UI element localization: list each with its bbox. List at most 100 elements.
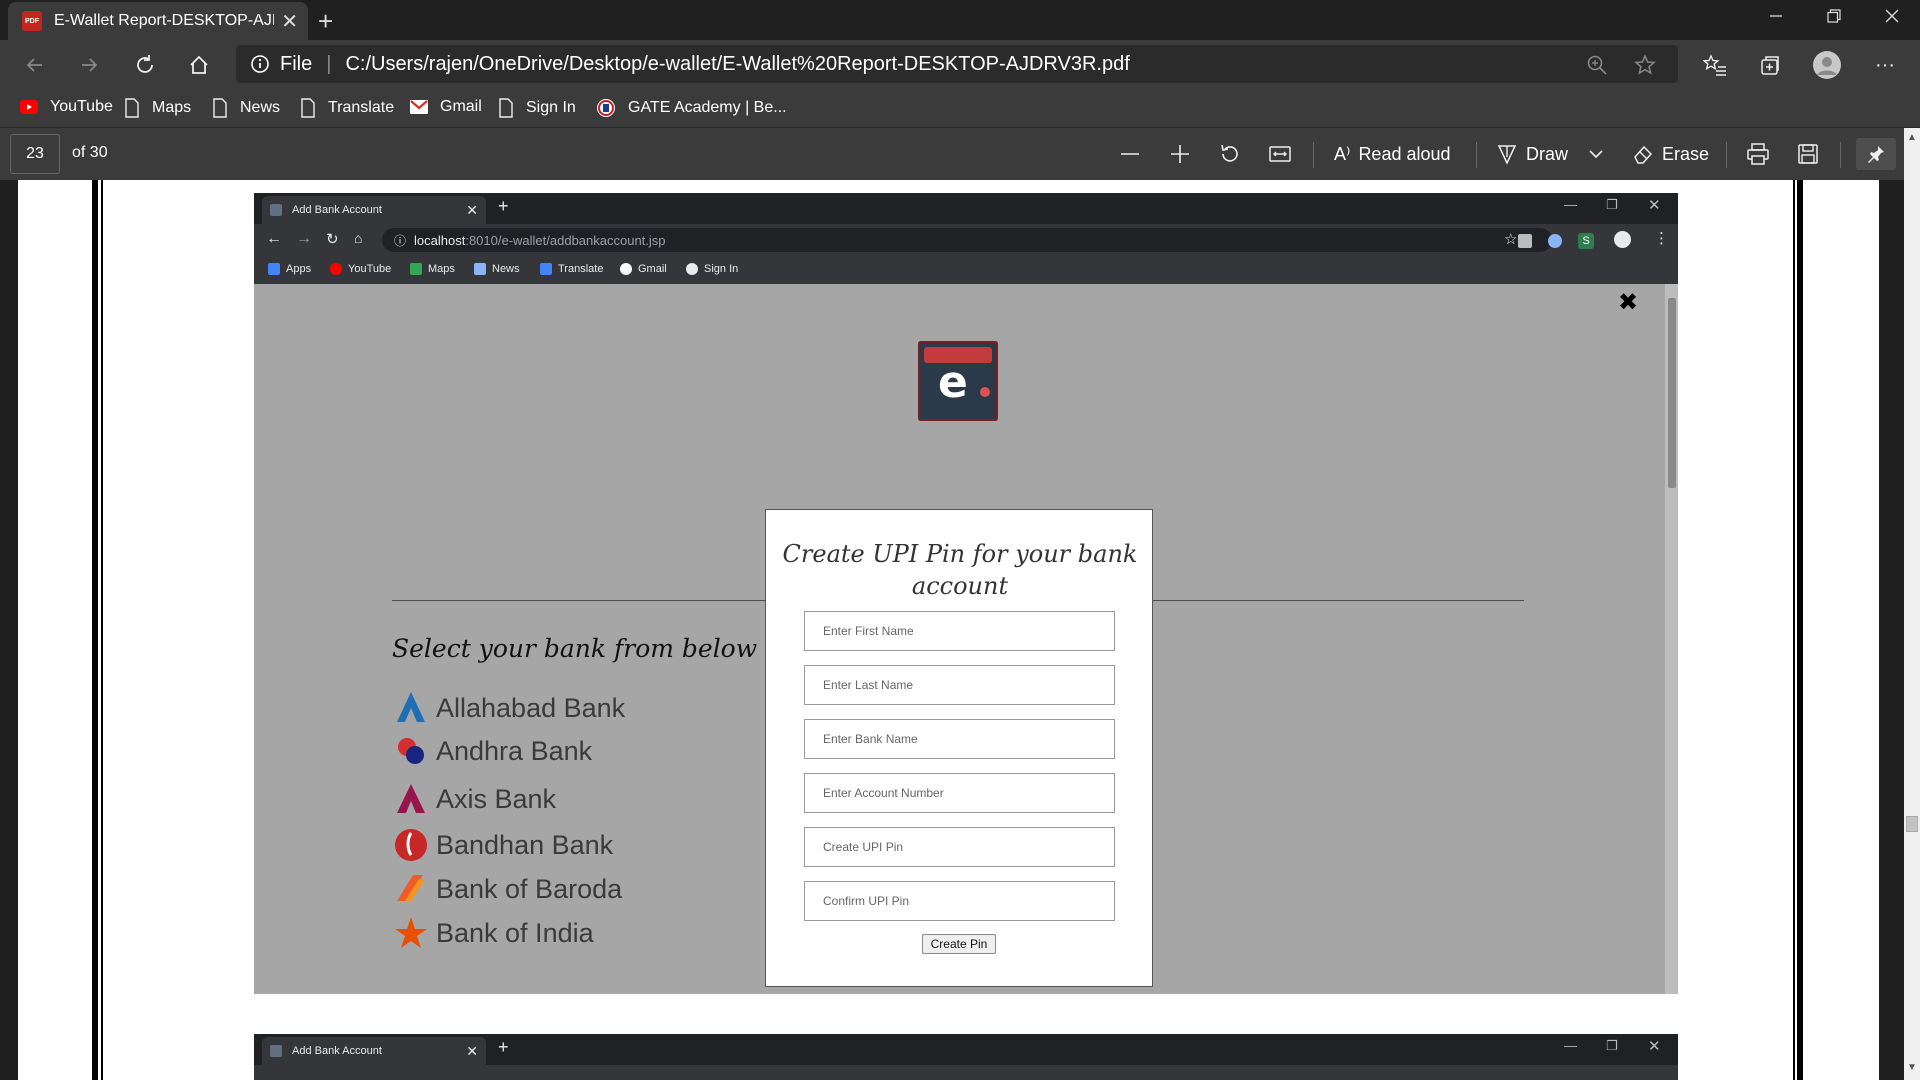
favorite-star-icon[interactable]	[1634, 54, 1656, 76]
account-number-field[interactable]	[804, 773, 1115, 813]
pdf-toolbar: 23 of 30 A⁾ Read aloud Draw Erase	[0, 128, 1920, 180]
bank-name-input[interactable]	[805, 720, 1114, 758]
page-icon	[213, 98, 227, 118]
save-button[interactable]	[1796, 138, 1820, 170]
first-name-field[interactable]	[804, 611, 1115, 651]
refresh-button[interactable]	[128, 48, 162, 82]
inner-restore-icon-2: ❐	[1606, 1038, 1618, 1053]
page-number-input[interactable]: 23	[10, 134, 60, 174]
first-name-input[interactable]	[805, 612, 1114, 650]
inner-s-extension-icon: S	[1578, 233, 1594, 249]
close-window-button[interactable]	[1864, 0, 1920, 32]
zoom-out-button[interactable]	[1118, 138, 1142, 170]
minus-icon	[1121, 153, 1139, 155]
bookmark-translate[interactable]: Translate	[300, 98, 394, 118]
pin-icon	[1868, 146, 1884, 163]
print-button[interactable]	[1746, 138, 1770, 170]
inner-tab-active-2: Add Bank Account ✕	[262, 1037, 486, 1065]
page-icon	[125, 98, 139, 118]
document-scrollbar[interactable]: ▲ ▼	[1904, 128, 1920, 1080]
read-aloud-label: Read aloud	[1358, 143, 1451, 164]
fit-width-icon	[1269, 146, 1291, 162]
inner-minimize-icon-2: —	[1564, 1038, 1577, 1053]
page-border-right-inner	[1793, 180, 1795, 1080]
close-tab-icon[interactable]: ✕	[281, 9, 298, 34]
draw-options-button[interactable]	[1588, 138, 1604, 170]
page-border-right	[1797, 180, 1803, 1080]
inner-tab-strip: Add Bank Account ✕ + — ❐ ✕	[254, 193, 1678, 224]
bookmark-sign-in[interactable]: Sign In	[498, 98, 576, 118]
collections-button[interactable]	[1753, 48, 1787, 82]
inner-tab-favicon-2	[270, 1045, 282, 1057]
back-button[interactable]	[18, 48, 52, 82]
bookmark-gmail[interactable]: Gmail	[410, 98, 482, 116]
bookmark-label: News	[240, 99, 281, 116]
forward-button[interactable]	[72, 48, 106, 82]
bookmark-maps[interactable]: Maps	[124, 98, 191, 118]
inner-bookmark-apps: Apps	[268, 263, 311, 275]
restore-window-button[interactable]	[1806, 0, 1862, 32]
address-bar[interactable]: File | C:/Users/rajen/OneDrive/Desktop/e…	[236, 45, 1678, 83]
refresh-icon	[137, 55, 153, 73]
address-url[interactable]: C:/Users/rajen/OneDrive/Desktop/e-wallet…	[345, 53, 1129, 76]
confirm-upi-pin-field[interactable]	[804, 881, 1115, 921]
last-name-input[interactable]	[805, 666, 1114, 704]
inner-minimize-icon: —	[1564, 197, 1577, 212]
zoom-icon[interactable]	[1586, 54, 1608, 76]
tab-title: E-Wallet Report-DESKTOP-AJDRV3R.pdf	[54, 12, 274, 29]
draw-button[interactable]: Draw	[1496, 138, 1568, 170]
new-tab-button[interactable]: +	[318, 6, 333, 37]
gmail-icon	[410, 100, 428, 114]
inner-tab-title: Add Bank Account	[292, 204, 382, 216]
scroll-down-icon[interactable]: ▼	[1907, 1062, 1917, 1073]
bank-of-india-logo-icon	[392, 914, 430, 952]
inner-page-content: ✖ e Select your bank from below Allahaba…	[254, 284, 1678, 994]
account-number-input[interactable]	[805, 774, 1114, 812]
home-button[interactable]	[182, 48, 216, 82]
profile-button[interactable]	[1810, 48, 1844, 82]
read-aloud-button[interactable]: A⁾ Read aloud	[1334, 138, 1451, 170]
inner-home-icon: ⌂	[354, 230, 363, 246]
last-name-field[interactable]	[804, 665, 1115, 705]
inner-star-icon: ☆	[1504, 231, 1518, 248]
create-upi-pin-input[interactable]	[805, 828, 1114, 866]
info-icon[interactable]	[250, 54, 270, 74]
browser-tab-active[interactable]: PDF E-Wallet Report-DESKTOP-AJDRV3R.pdf …	[8, 2, 308, 40]
inner-bookmark-gmail: Gmail	[620, 263, 667, 275]
modal-title: Create UPI Pin for your bank account	[782, 540, 1138, 600]
bookmark-label: YouTube	[50, 98, 113, 115]
overlay-close-icon: ✖	[1618, 289, 1639, 316]
eraser-icon	[1634, 145, 1653, 164]
inner-reload-icon: ↻	[326, 231, 339, 248]
bookmark-news[interactable]: News	[212, 98, 280, 118]
logo-letter: e	[938, 357, 968, 408]
bookmark-label: Sign In	[526, 99, 576, 116]
confirm-upi-pin-input[interactable]	[805, 882, 1114, 920]
bank-name-field[interactable]	[804, 719, 1115, 759]
bookmark-youtube[interactable]: YouTube	[20, 98, 113, 116]
settings-more-button[interactable]: ···	[1868, 48, 1902, 82]
home-icon	[190, 55, 208, 74]
erase-button[interactable]: Erase	[1632, 138, 1709, 170]
rotate-button[interactable]	[1218, 138, 1242, 170]
zoom-in-button[interactable]	[1168, 138, 1192, 170]
scroll-up-icon[interactable]: ▲	[1907, 132, 1917, 143]
fit-to-page-button[interactable]	[1268, 138, 1292, 170]
toolbar-divider	[1840, 142, 1841, 168]
document-scrollbar-thumb[interactable]	[1906, 816, 1918, 832]
create-upi-pin-field[interactable]	[804, 827, 1115, 867]
favorites-button[interactable]	[1698, 48, 1732, 82]
create-pin-button[interactable]: Create Pin	[922, 934, 996, 954]
plus-icon	[1171, 145, 1189, 163]
inner-tab-favicon	[270, 204, 282, 216]
inner-menu-icon: ⋮	[1654, 230, 1669, 247]
minimize-window-button[interactable]	[1748, 0, 1804, 32]
bookmark-gate-academy[interactable]: GATE Academy | Be...	[596, 98, 787, 118]
inner-close-tab-icon: ✕	[466, 201, 478, 218]
page-border-left	[92, 180, 98, 1080]
bank-of-baroda-logo-icon	[392, 870, 430, 908]
inner-shield-extension-icon	[1548, 234, 1562, 248]
pin-toolbar-button[interactable]	[1856, 138, 1896, 170]
address-scheme: File	[280, 52, 313, 75]
restore-icon	[1827, 9, 1841, 23]
